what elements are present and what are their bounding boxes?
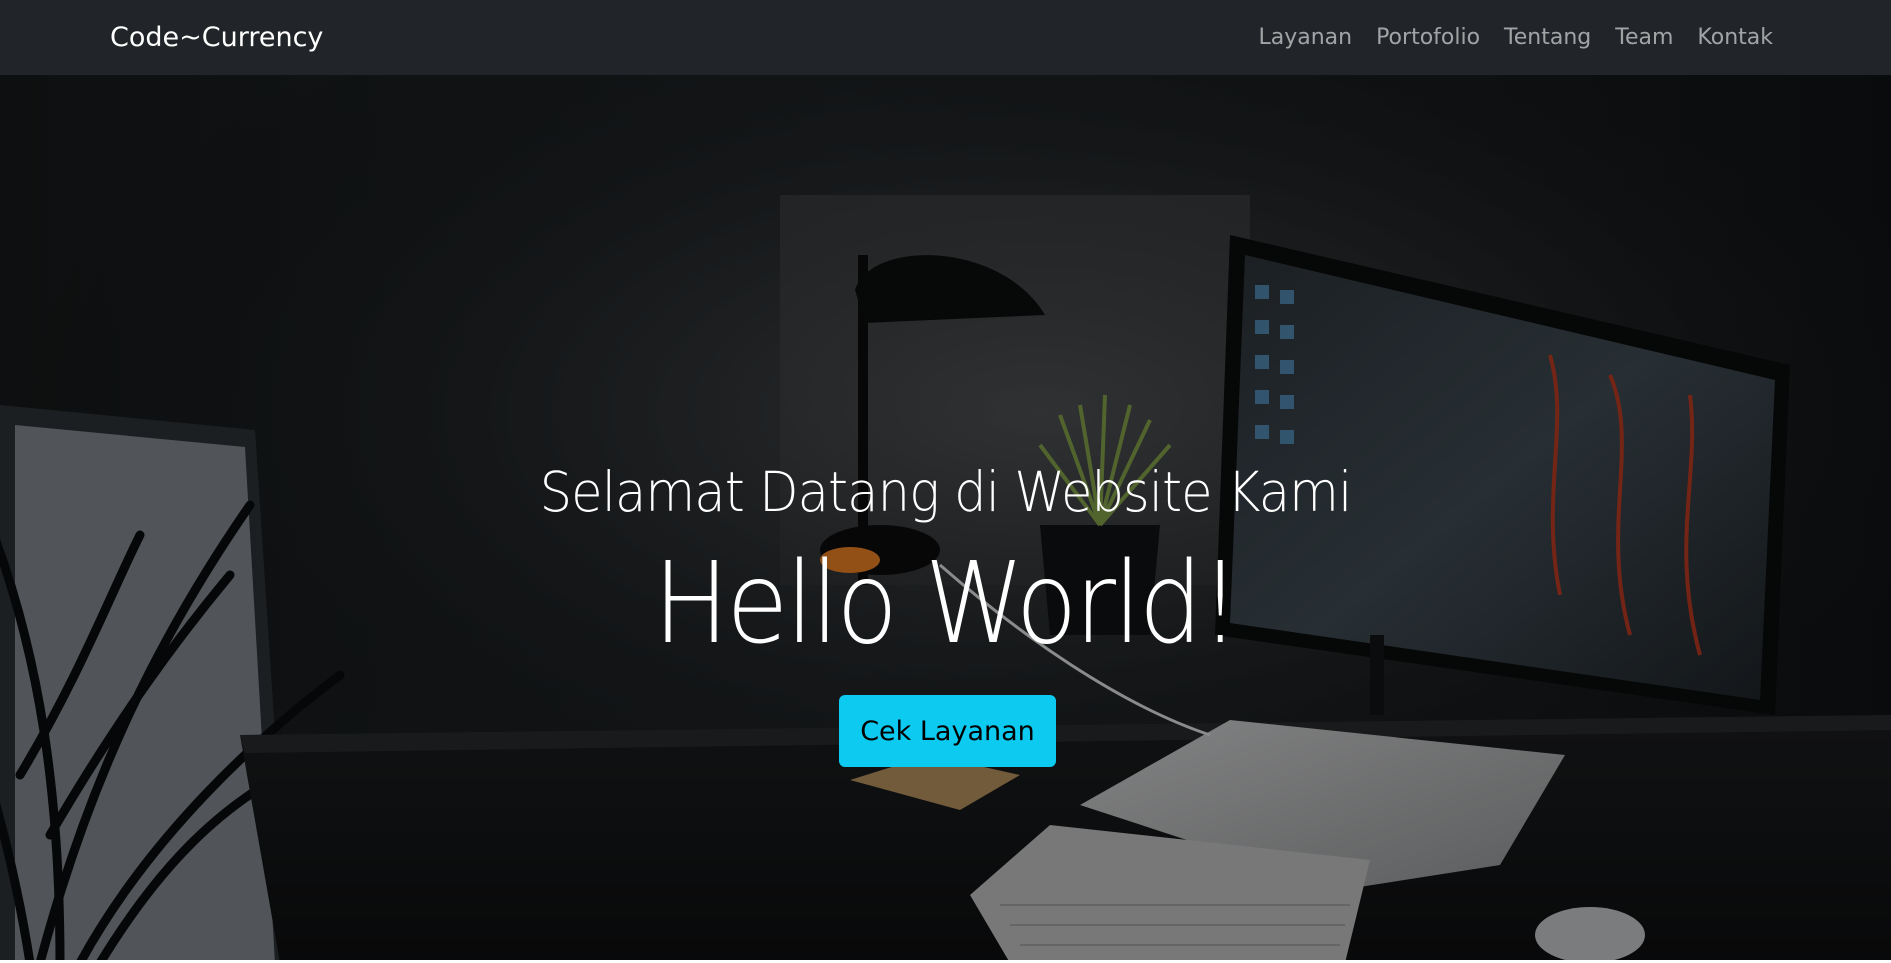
nav-link-tentang[interactable]: Tentang: [1504, 25, 1591, 50]
hero-title: Hello World!: [653, 539, 1240, 669]
navbar: Code~Currency Layanan Portofolio Tentang…: [0, 0, 1891, 75]
hero-section: Selamat Datang di Website Kami Hello Wor…: [0, 75, 1891, 963]
hero-subtitle: Selamat Datang di Website Kami: [539, 460, 1353, 524]
nav-link-portofolio[interactable]: Portofolio: [1376, 25, 1480, 50]
nav-link-team[interactable]: Team: [1615, 25, 1673, 50]
brand-logo[interactable]: Code~Currency: [110, 22, 323, 53]
cek-layanan-button[interactable]: Cek Layanan: [839, 695, 1056, 767]
hero-content: Selamat Datang di Website Kami Hello Wor…: [0, 75, 1891, 963]
nav-links: Layanan Portofolio Tentang Team Kontak: [1258, 25, 1773, 50]
nav-link-layanan[interactable]: Layanan: [1258, 25, 1352, 50]
nav-link-kontak[interactable]: Kontak: [1697, 25, 1773, 50]
